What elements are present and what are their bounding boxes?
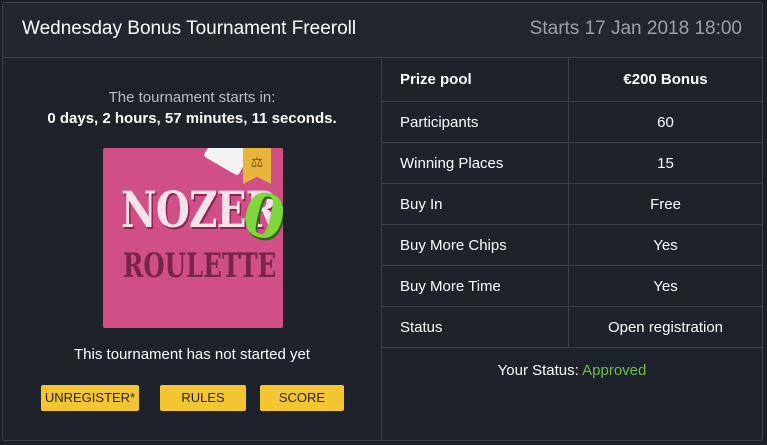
your-status: Your Status: Approved	[382, 362, 762, 379]
table-row: Buy More Time Yes	[382, 265, 762, 307]
row-key: Buy In	[382, 183, 569, 225]
prize-label: Prize pool	[382, 58, 569, 102]
table-row: Buy In Free	[382, 183, 762, 225]
row-key: Buy More Time	[382, 265, 569, 307]
row-value: Free	[568, 183, 762, 225]
row-value: 60	[568, 101, 762, 143]
row-value: Yes	[568, 265, 762, 307]
tournament-info-table: Prize pool €200 Bonus Participants 60 Wi…	[382, 58, 762, 348]
row-value: Open registration	[568, 306, 762, 348]
your-status-label: Your Status:	[497, 362, 583, 379]
table-row: Participants 60	[382, 101, 762, 143]
your-status-value: Approved	[582, 362, 647, 379]
scales-icon: ⚖	[250, 154, 264, 170]
table-row: Status Open registration	[382, 306, 762, 348]
table-row: Winning Places 15	[382, 142, 762, 184]
rules-button[interactable]: RULES	[160, 385, 246, 411]
tournament-panel: Wednesday Bonus Tournament Freeroll Star…	[2, 2, 763, 441]
start-time: Starts 17 Jan 2018 18:00	[529, 18, 742, 39]
row-key: Winning Places	[382, 142, 569, 184]
unregister-button[interactable]: UNREGISTER*	[41, 385, 139, 411]
tournament-title: Wednesday Bonus Tournament Freeroll	[22, 18, 357, 39]
row-key: Status	[382, 306, 569, 348]
row-key: Buy More Chips	[382, 224, 569, 266]
countdown-label: The tournament starts in:	[108, 89, 276, 106]
tournament-status-message: This tournament has not started yet	[74, 346, 310, 363]
right-column: Prize pool €200 Bonus Participants 60 Wi…	[381, 58, 762, 440]
countdown-value: 0 days, 2 hours, 57 minutes, 11 seconds.	[47, 110, 337, 127]
table-row: Buy More Chips Yes	[382, 224, 762, 266]
prize-value: €200 Bonus	[568, 58, 762, 102]
header: Wednesday Bonus Tournament Freeroll Star…	[3, 3, 762, 58]
row-value: Yes	[568, 224, 762, 266]
game-image: ⚖ NOZER 0 ROULETTE	[103, 148, 283, 328]
score-button[interactable]: SCORE	[260, 385, 344, 411]
row-key: Participants	[382, 101, 569, 143]
row-value: 15	[568, 142, 762, 184]
left-column: The tournament starts in: 0 days, 2 hour…	[3, 58, 381, 440]
game-logo-line2: ROULETTE	[123, 246, 277, 286]
prize-row: Prize pool €200 Bonus	[382, 58, 762, 102]
